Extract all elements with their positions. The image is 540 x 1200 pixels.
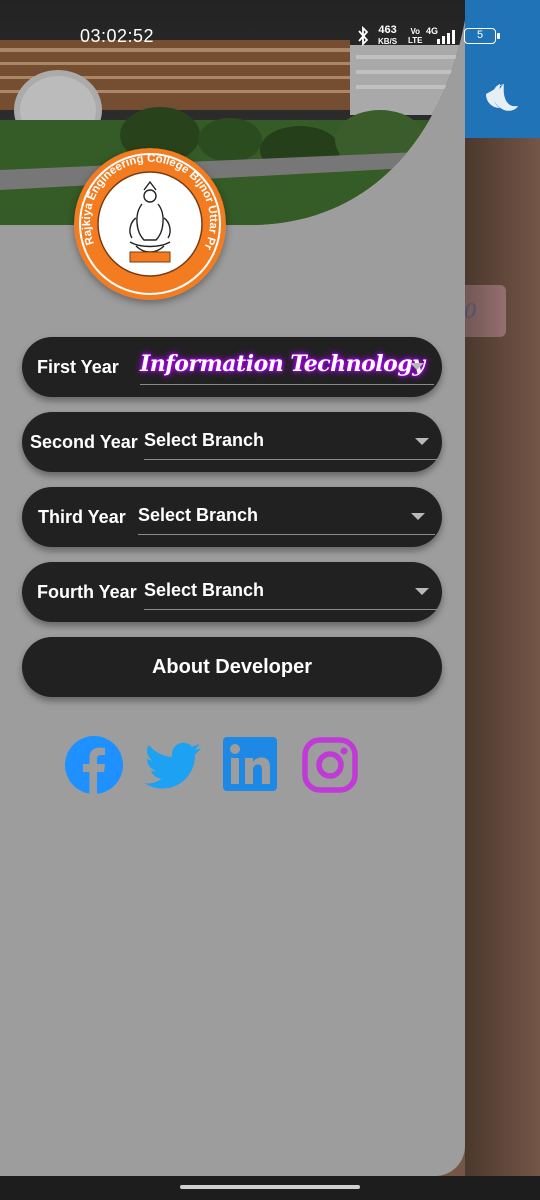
first-year-selected-branch: Information Technology	[140, 351, 425, 377]
volte-indicator: Vo LTE	[408, 27, 423, 45]
third-year-branch-select[interactable]: Select Branch	[138, 501, 435, 535]
dropdown-arrow-icon	[415, 588, 429, 595]
battery-icon: 5	[464, 28, 500, 44]
network-speed: 463 KB/S	[378, 24, 398, 47]
navigation-drawer: Rajkiya Engineering College Bijnor Uttar…	[0, 0, 465, 1176]
college-logo: Rajkiya Engineering College Bijnor Uttar…	[74, 148, 226, 300]
third-year-row: Third Year Select Branch	[22, 487, 442, 547]
fourth-year-selected-branch: Select Branch	[144, 580, 265, 600]
first-year-label: First Year	[37, 357, 119, 377]
first-year-row: First Year Information Technology	[22, 337, 442, 397]
theme-toggle-icon[interactable]	[482, 78, 522, 118]
instagram-icon[interactable]	[301, 736, 359, 794]
linkedin-icon[interactable]	[222, 736, 280, 794]
twitter-icon[interactable]	[144, 736, 202, 794]
second-year-branch-select[interactable]: Select Branch	[144, 426, 439, 460]
fourth-year-branch-select[interactable]: Select Branch	[144, 576, 439, 610]
dropdown-arrow-icon	[410, 363, 424, 370]
about-developer-button[interactable]: About Developer	[22, 637, 442, 697]
drawer-shadow	[465, 138, 540, 1176]
bluetooth-icon	[358, 25, 369, 47]
status-bar: 03:02:52 463 KB/S Vo LTE 4G 5	[0, 0, 540, 70]
first-year-branch-select[interactable]: Information Technology	[140, 351, 434, 385]
status-time: 03:02:52	[80, 26, 155, 46]
second-year-row: Second Year Select Branch	[22, 412, 442, 472]
dropdown-arrow-icon	[415, 438, 429, 445]
gesture-navigation-handle[interactable]	[180, 1185, 360, 1189]
third-year-label: Third Year	[38, 507, 126, 527]
signal-icon	[437, 30, 455, 44]
second-year-label: Second Year	[30, 432, 138, 452]
second-year-selected-branch: Select Branch	[144, 430, 265, 450]
fourth-year-row: Fourth Year Select Branch	[22, 562, 442, 622]
third-year-selected-branch: Select Branch	[138, 505, 259, 525]
dropdown-arrow-icon	[411, 513, 425, 520]
facebook-icon[interactable]	[65, 736, 123, 794]
fourth-year-label: Fourth Year	[37, 582, 137, 602]
